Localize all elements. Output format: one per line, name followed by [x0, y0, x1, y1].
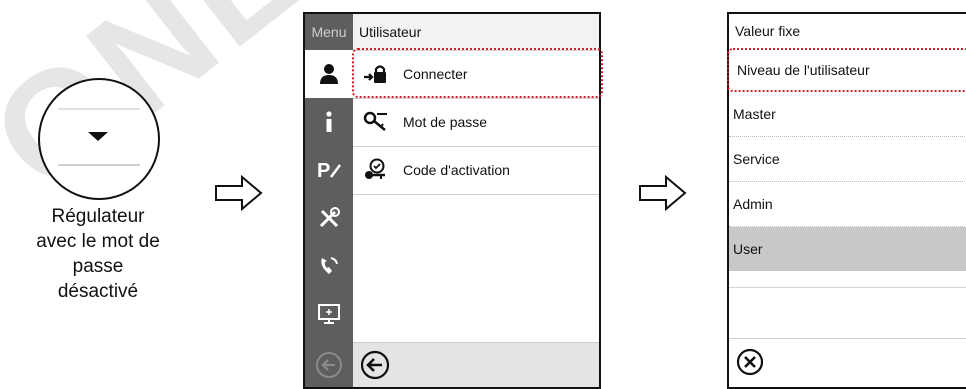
- screen-header: Valeur fixe: [729, 14, 966, 48]
- arrow-right-icon: [639, 175, 687, 211]
- option-admin[interactable]: Admin: [729, 182, 966, 227]
- info-icon: [326, 111, 332, 132]
- option-service[interactable]: Service: [729, 137, 966, 182]
- caption-line: Régulateur: [51, 206, 145, 227]
- sidebar-return-icon: [305, 343, 353, 387]
- sidebar-item-display[interactable]: [305, 290, 353, 338]
- caption-line: passe: [72, 256, 124, 277]
- down-arrow-icon: [88, 132, 108, 141]
- program-icon: P: [317, 160, 341, 181]
- highlight-connecter: [352, 48, 603, 98]
- tools-icon: [319, 207, 340, 228]
- sidebar-item-tools[interactable]: [305, 194, 353, 242]
- service-phone-icon: [321, 257, 338, 274]
- menu-sidebar: Menu P: [305, 14, 353, 387]
- menu-header: Utilisateur: [353, 14, 599, 51]
- controller-caption: Régulateur avec le mot de passe désactiv…: [8, 204, 188, 304]
- knob-top-line: [58, 108, 140, 110]
- menu-footer: [353, 342, 599, 387]
- option-user[interactable]: User: [729, 227, 966, 271]
- sidebar-item-program[interactable]: P: [305, 146, 353, 194]
- arrow-right-icon: [215, 175, 263, 211]
- menu-item-label: Code d'activation: [403, 162, 510, 178]
- controller-knob: [38, 78, 160, 200]
- screen-footer: [729, 338, 966, 387]
- return-button[interactable]: [359, 349, 391, 381]
- caption-line: avec le mot de: [36, 231, 160, 252]
- user-menu-screen: Menu P Utilisateur Connecter Mot de pass…: [303, 12, 603, 389]
- activation-key-icon: [353, 158, 403, 182]
- option-master[interactable]: Master: [729, 92, 966, 137]
- sidebar-item-service[interactable]: [305, 242, 353, 290]
- cancel-button[interactable]: [735, 347, 765, 377]
- knob-bottom-line: [58, 164, 140, 166]
- menu-label: Menu: [311, 24, 347, 40]
- highlight-user-level: [727, 48, 966, 92]
- svg-text:P: P: [317, 160, 330, 181]
- display-icon: [318, 304, 340, 324]
- divider: [729, 287, 966, 288]
- sidebar-item-user[interactable]: [305, 50, 353, 98]
- sidebar-item-info[interactable]: [305, 98, 353, 146]
- user-level-screen: Valeur fixe Niveau de l'utilisateur Mast…: [727, 12, 966, 389]
- return-disabled-icon: [316, 352, 342, 378]
- caption-line: désactivé: [57, 281, 139, 302]
- menu-item-code-activation[interactable]: Code d'activation: [353, 146, 599, 195]
- key-icon: [353, 111, 403, 133]
- menu-item-mot-de-passe[interactable]: Mot de passe: [353, 98, 599, 147]
- user-icon: [320, 64, 338, 84]
- menu-item-label: Mot de passe: [403, 114, 488, 130]
